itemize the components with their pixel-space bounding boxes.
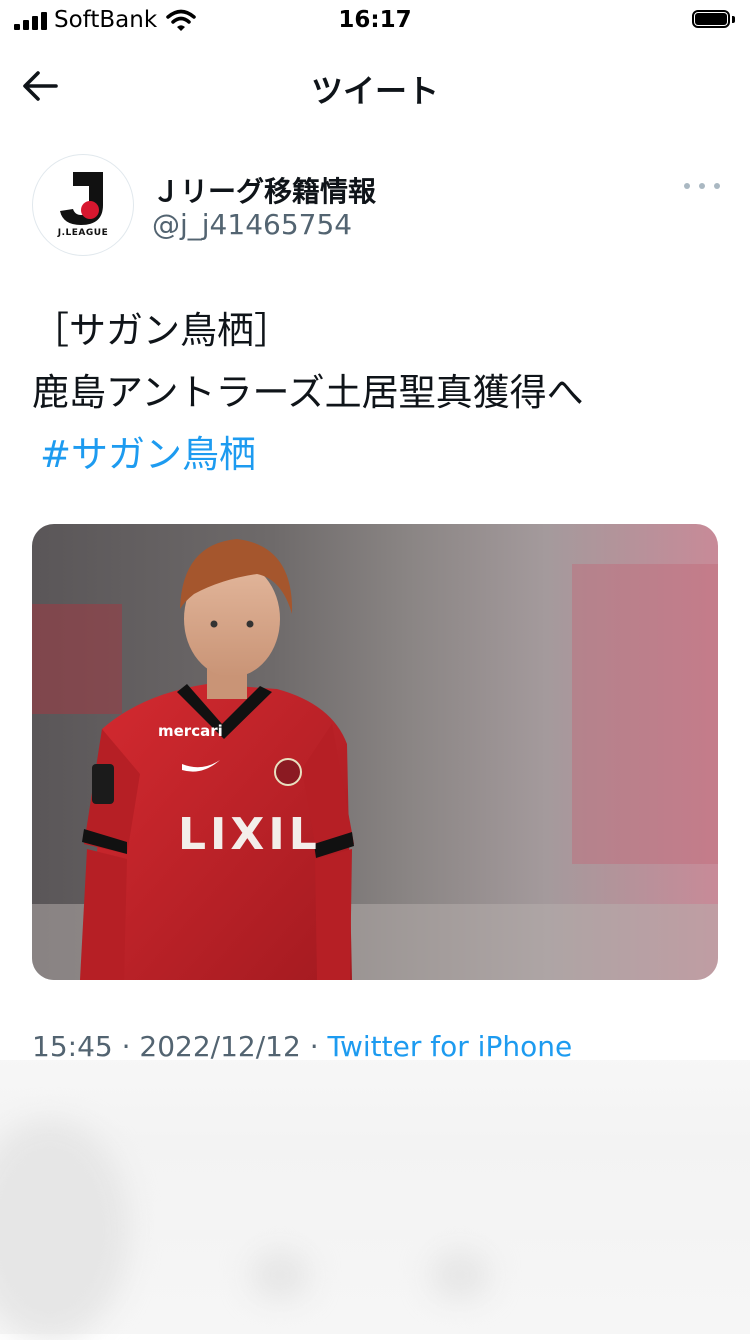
page-title: ツイート [310,72,439,110]
tweet-date: 2022/12/12 [139,1030,301,1063]
tweet-time: 15:45 [32,1030,113,1063]
tweet-text-line2: 鹿島アントラーズ土居聖真獲得へ [32,371,584,414]
avatar-label: J.LEAGUE [57,228,109,238]
jleague-logo-icon [60,172,103,225]
author-name[interactable]: Ｊリーグ移籍情報 [152,170,376,210]
status-bar: SoftBank 16:17 [0,0,750,44]
clock: 16:17 [338,7,412,33]
author-handle[interactable]: @j_j41465754 [152,208,352,241]
battery-icon [692,10,736,30]
meta-separator: · [121,1030,131,1063]
tweet-source-link[interactable]: Twitter for iPhone [328,1030,573,1063]
tweet-image[interactable]: mercari LIXIL [32,524,718,980]
player-photo: mercari LIXIL [32,539,718,980]
more-options-icon[interactable] [680,176,724,196]
nav-header: ツイート [0,44,750,124]
meta-separator: · [309,1030,319,1063]
sleeve-sponsor-text: mercari [158,722,223,740]
jersey-sponsor-text: LIXIL [178,809,321,860]
blurred-overlay [0,1060,750,1340]
tweet-text: ［サガン鳥栖］ 鹿島アントラーズ土居聖真獲得へ #サガン鳥栖 [32,300,584,486]
tweet-text-line1: ［サガン鳥栖］ [32,309,291,352]
avatar[interactable]: J.LEAGUE [32,154,134,256]
tweet-meta: 15:45 · 2022/12/12 · Twitter for iPhone [32,1030,572,1063]
hashtag-link[interactable]: #サガン鳥栖 [32,424,584,486]
